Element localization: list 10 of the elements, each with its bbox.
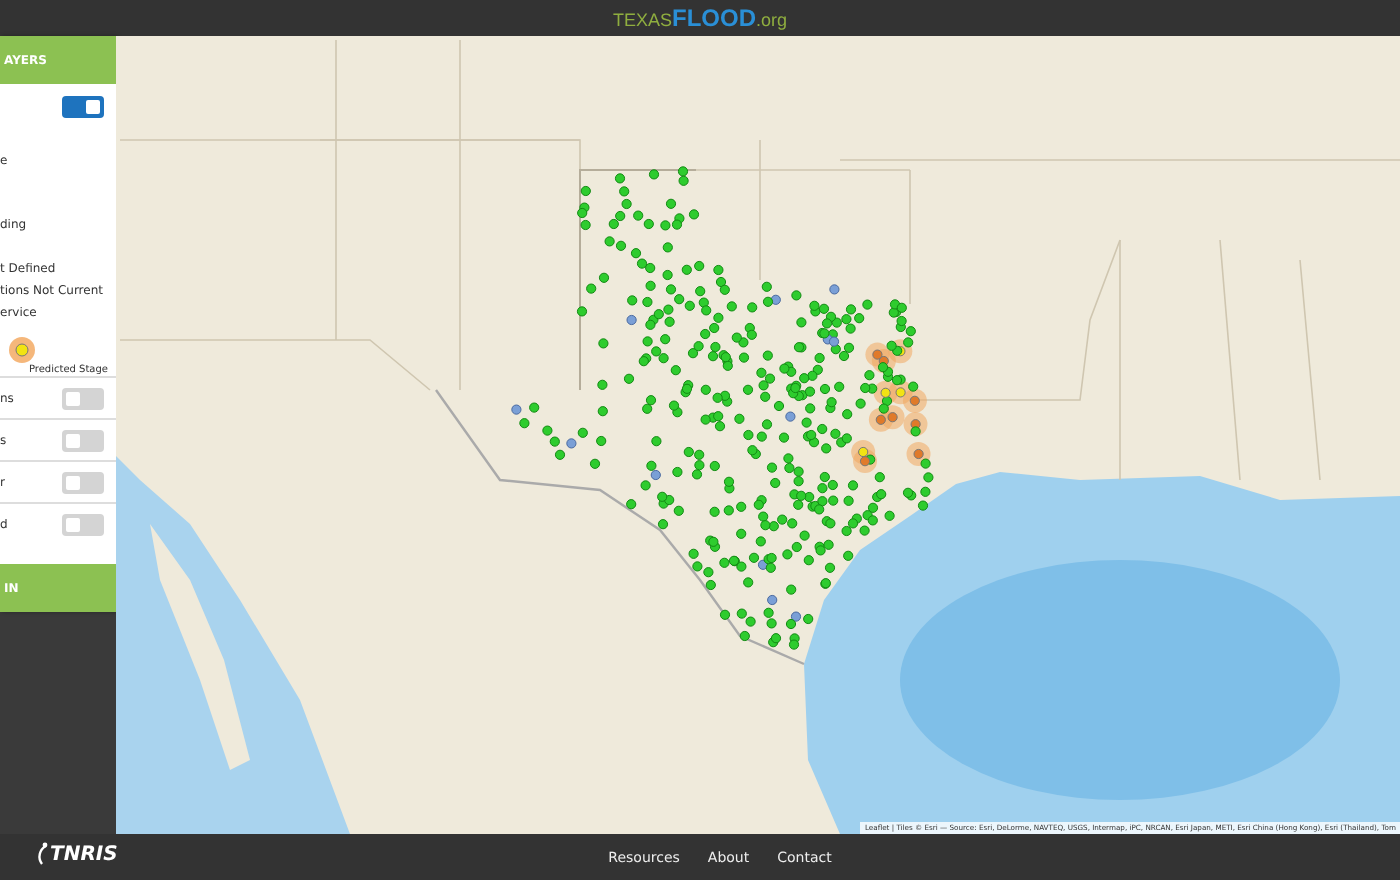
tnris-logo[interactable]: TNRIS [32,842,118,866]
star-arc-icon [32,842,48,866]
toggle-switch[interactable] [62,429,104,451]
toggle-switch[interactable] [62,96,104,118]
toggle-switch[interactable] [62,387,104,409]
predicted-stage-icon [8,336,36,364]
toggle-switch[interactable] [62,471,104,493]
toggle-switch[interactable] [62,513,104,535]
site-logo[interactable]: TEXASFLOOD.org [612,4,788,32]
map-drawing[interactable] [116,36,1400,834]
